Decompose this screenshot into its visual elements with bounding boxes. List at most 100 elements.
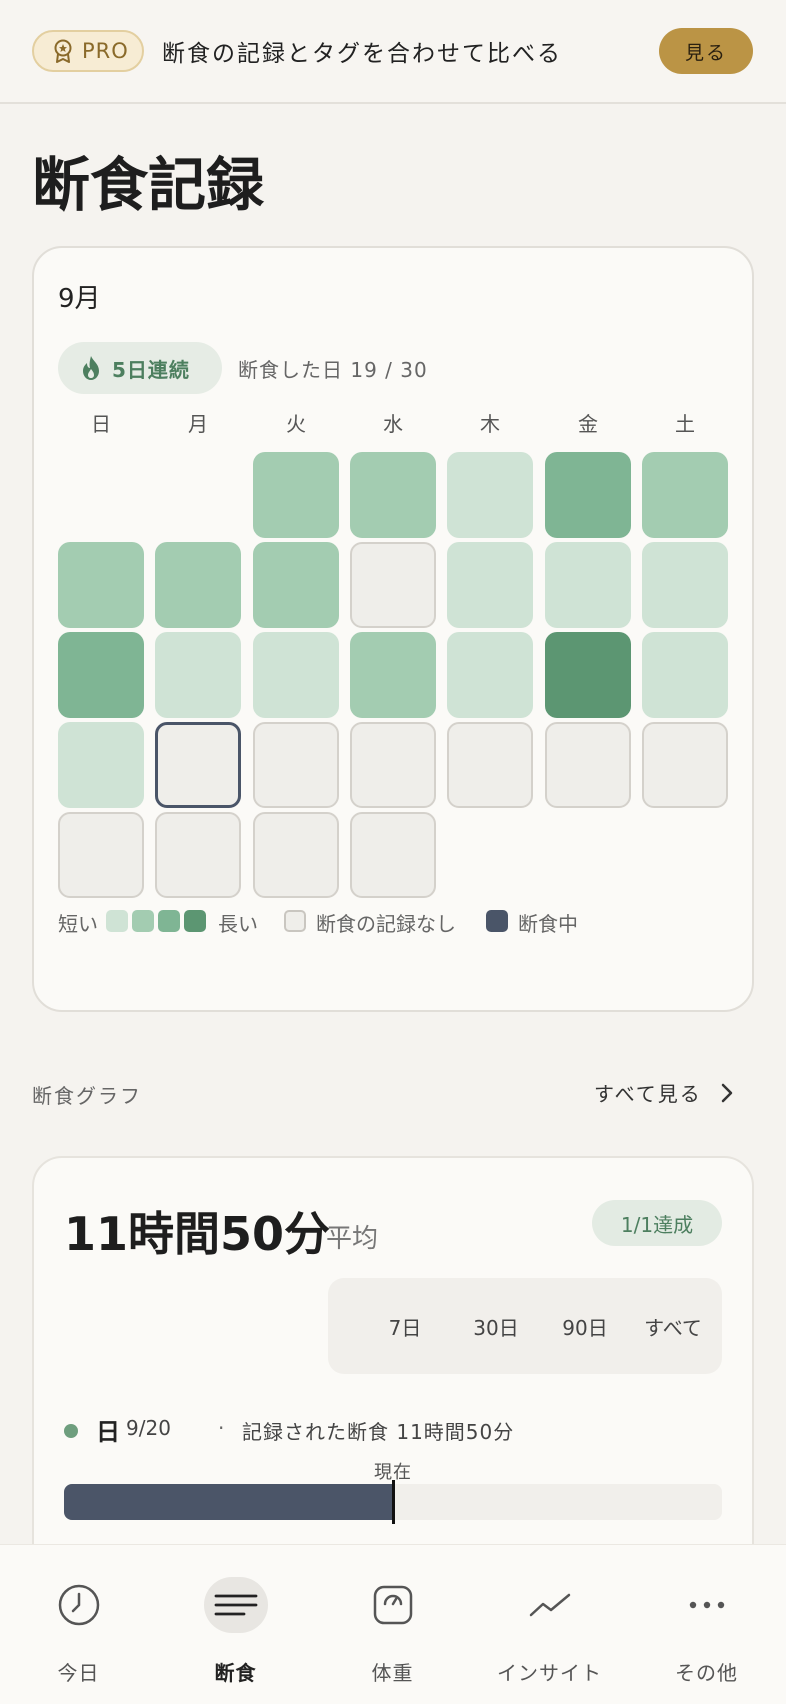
- calendar-day-1[interactable]: [253, 452, 339, 538]
- calendar-legend: 短い 長い 断食の記録なし 断食中: [58, 908, 738, 938]
- weekday-mon: 月: [188, 412, 208, 436]
- nav-item-weight[interactable]: 体重: [314, 1545, 471, 1704]
- calendar-day-6[interactable]: [58, 542, 144, 628]
- legend-swatch-level-1: [106, 910, 128, 932]
- weekday-fri: 金: [578, 412, 598, 436]
- tab-range-30d[interactable]: 30日: [454, 1284, 538, 1368]
- calendar-day-12[interactable]: [642, 542, 728, 628]
- fasting-calendar-card: 9月 5日連続 断食した日 19 / 30 日 月 火 水 木 金 土 短い 長…: [32, 246, 754, 1012]
- legend-no-record-label: 断食の記録なし: [316, 912, 456, 936]
- calendar-day-21[interactable]: [155, 722, 241, 808]
- more-dots-icon: [689, 1601, 724, 1609]
- tab-range-all[interactable]: すべて: [628, 1284, 718, 1368]
- nav-item-fasting[interactable]: 断食: [157, 1545, 314, 1704]
- nav-label-more: その他: [675, 1661, 738, 1685]
- calendar-day-20[interactable]: [58, 722, 144, 808]
- nav-label-insights: インサイト: [497, 1661, 602, 1685]
- session-description: 記録された断食 11時間50分: [242, 1420, 515, 1444]
- calendar-day-30[interactable]: [350, 812, 436, 898]
- legend-swatch-level-2: [132, 910, 154, 932]
- session-weekday: 日: [96, 1418, 120, 1446]
- session-date: 9/20: [126, 1416, 171, 1440]
- nav-label-weight: 体重: [371, 1661, 414, 1685]
- streak-label: 5日連続: [112, 357, 190, 382]
- menu-lines-icon: [214, 1594, 257, 1616]
- see-all-link[interactable]: すべて見る: [594, 1078, 734, 1107]
- flame-icon: [83, 356, 99, 380]
- calendar-day-10[interactable]: [447, 542, 533, 628]
- calendar-day-17[interactable]: [447, 632, 533, 718]
- legend-short-label: 短い: [58, 912, 98, 936]
- calendar-day-18[interactable]: [545, 632, 631, 718]
- calendar-day-23[interactable]: [350, 722, 436, 808]
- calendar-day-3[interactable]: [447, 452, 533, 538]
- calendar-day-24[interactable]: [447, 722, 533, 808]
- pro-badge-label: PRO: [82, 39, 129, 63]
- nav-icon-container: [47, 1577, 111, 1633]
- achieved-badge: 1/1達成: [592, 1200, 722, 1246]
- page-title: 断食記録: [32, 151, 265, 219]
- fasted-days-count: 断食した日 19 / 30: [238, 358, 428, 382]
- calendar-month: 9月: [58, 284, 101, 314]
- calendar-day-14[interactable]: [155, 632, 241, 718]
- calendar-day-19[interactable]: [642, 632, 728, 718]
- calendar-day-15[interactable]: [253, 632, 339, 718]
- bottom-nav: 今日 断食 体重 インサイト その他: [0, 1544, 786, 1704]
- tab-range-90d[interactable]: 90日: [542, 1284, 628, 1368]
- calendar-day-28[interactable]: [155, 812, 241, 898]
- nav-icon-container: [675, 1577, 739, 1633]
- legend-long-label: 長い: [218, 912, 258, 936]
- nav-icon-container: [518, 1577, 582, 1633]
- nav-item-more[interactable]: その他: [628, 1545, 785, 1704]
- average-label: 平均: [326, 1224, 379, 1254]
- legend-swatch-level-3: [158, 910, 180, 932]
- tab-range-7d[interactable]: 7日: [362, 1284, 448, 1368]
- weekday-header: 日 月 火 水 木 金 土: [58, 408, 738, 438]
- weekday-sat: 土: [675, 412, 695, 436]
- calendar-day-8[interactable]: [253, 542, 339, 628]
- nav-icon-container: [361, 1577, 425, 1633]
- graph-section-title: 断食グラフ: [32, 1084, 142, 1108]
- see-all-label: すべて見る: [594, 1082, 702, 1106]
- calendar-day-25[interactable]: [545, 722, 631, 808]
- calendar-day-9[interactable]: [350, 542, 436, 628]
- nav-item-insights[interactable]: インサイト: [471, 1545, 628, 1704]
- calendar-day-11[interactable]: [545, 542, 631, 628]
- weekday-thu: 木: [480, 412, 500, 436]
- timeline-fill: [64, 1484, 393, 1520]
- pro-see-button[interactable]: 見る: [659, 28, 753, 74]
- pro-message: 断食の記録とタグを合わせて比べる: [162, 41, 562, 67]
- legend-swatch-active: [486, 910, 508, 932]
- chevron-right-icon: [721, 1083, 733, 1102]
- calendar-day-16[interactable]: [350, 632, 436, 718]
- calendar-day-2[interactable]: [350, 452, 436, 538]
- timeline-now-marker: [392, 1480, 395, 1524]
- calendar-day-27[interactable]: [58, 812, 144, 898]
- calendar-day-29[interactable]: [253, 812, 339, 898]
- nav-label-today: 今日: [57, 1661, 100, 1685]
- calendar-day-5[interactable]: [642, 452, 728, 538]
- legend-active-label: 断食中: [518, 912, 578, 936]
- streak-badge: 5日連続: [58, 342, 222, 394]
- weekday-wed: 水: [383, 412, 403, 436]
- calendar-day-22[interactable]: [253, 722, 339, 808]
- scale-icon: [373, 1585, 412, 1625]
- app-screen: PRO 断食の記録とタグを合わせて比べる 見る 断食記録 9月 5日連続 断食し…: [0, 0, 786, 1704]
- calendar-day-4[interactable]: [545, 452, 631, 538]
- clock-icon: [58, 1584, 99, 1626]
- nav-item-today[interactable]: 今日: [0, 1545, 157, 1704]
- nav-icon-container: [203, 1577, 268, 1633]
- calendar-day-26[interactable]: [642, 722, 728, 808]
- calendar-day-7[interactable]: [155, 542, 241, 628]
- range-tabs: 7日 30日 90日 すべて: [328, 1278, 722, 1374]
- weekday-tue: 火: [286, 412, 306, 436]
- calendar-grid: [58, 452, 738, 902]
- pro-badge[interactable]: PRO: [32, 30, 144, 72]
- legend-swatch-level-4: [184, 910, 206, 932]
- fasting-timeline: [64, 1480, 722, 1524]
- calendar-day-13[interactable]: [58, 632, 144, 718]
- nav-label-fasting: 断食: [214, 1661, 257, 1685]
- average-duration: 11時間50分: [64, 1207, 331, 1261]
- session-dot: [64, 1424, 78, 1438]
- award-icon: [54, 39, 72, 63]
